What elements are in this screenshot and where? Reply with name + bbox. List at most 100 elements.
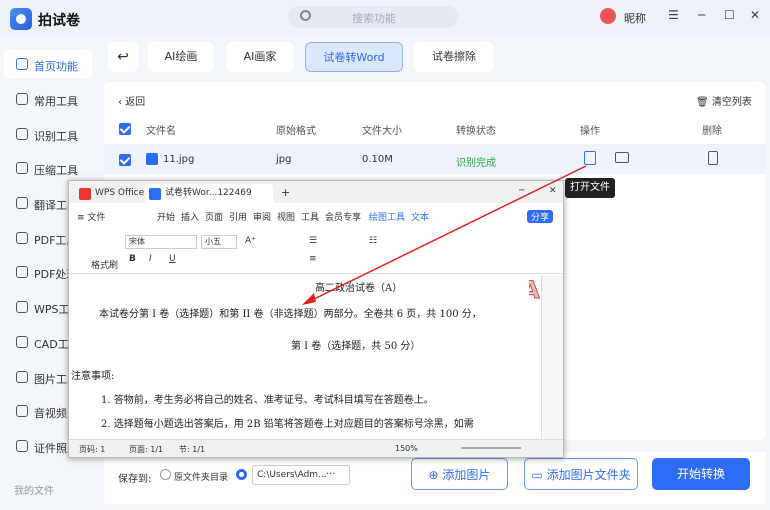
italic-icon[interactable]: I <box>149 254 152 264</box>
close-icon[interactable]: ✕ <box>549 186 557 196</box>
table-row[interactable] <box>104 144 766 174</box>
bold-icon[interactable]: B <box>129 254 136 264</box>
tab-paper-to-word[interactable]: 试卷转Word <box>305 42 403 72</box>
my-files-link[interactable]: 我的文件 <box>14 482 54 497</box>
search-input[interactable]: 搜索功能 <box>352 10 396 26</box>
scan-icon <box>16 128 28 140</box>
sidebar-item-common-tools[interactable]: 常用工具 <box>4 85 92 113</box>
menu-view[interactable]: 视图 <box>277 210 295 223</box>
menu-page[interactable]: 页面 <box>205 210 223 223</box>
back-link[interactable]: ‹ 返回 <box>118 93 145 108</box>
id-photo-icon <box>16 440 28 452</box>
menu-vip[interactable]: 会员专享 <box>325 210 361 223</box>
sidebar-item-home[interactable]: 首页功能 <box>4 50 92 78</box>
app-window: 拍试卷 搜索功能 昵称 ☰ ─ ☐ ✕ 首页功能 常用工具 识别工具 压缩工具 … <box>0 0 770 510</box>
cad-icon <box>16 336 28 348</box>
browse-button[interactable]: ··· <box>326 469 336 480</box>
save-to-label: 保存到: <box>118 474 152 485</box>
file-format: jpg <box>276 154 292 165</box>
new-tab-icon[interactable]: + <box>281 186 290 199</box>
format-brush-button[interactable]: 格式刷 <box>91 258 118 271</box>
grow-font-icon[interactable]: A⁺ <box>245 236 256 246</box>
delete-icon[interactable] <box>708 151 718 165</box>
bullet-list-icon[interactable]: ☰ <box>309 236 317 246</box>
menu-text[interactable]: 文本 <box>411 210 429 223</box>
zoom-slider[interactable] <box>461 447 521 449</box>
zoom-level[interactable]: 150% <box>395 444 418 453</box>
menu-insert[interactable]: 插入 <box>181 210 199 223</box>
user-name[interactable]: 昵称 <box>624 10 646 26</box>
radio-original-folder[interactable] <box>160 469 171 480</box>
doc-notice: 注意事项: <box>71 371 115 382</box>
open-file-icon[interactable] <box>584 151 596 165</box>
search-icon <box>300 10 311 21</box>
menu-tools[interactable]: 工具 <box>301 210 319 223</box>
doc-title: 高二政治试卷（A） <box>315 283 403 294</box>
home-icon <box>16 58 28 70</box>
doc-intro: 本试卷分第 I 卷（选择题）和第 II 卷（非选择题）两部分。全卷共 6 页，共… <box>99 309 482 320</box>
add-folder-button[interactable]: ▭ 添加图片文件夹 <box>524 458 638 490</box>
tab-document[interactable]: 试卷转Wor...122469 <box>145 184 273 203</box>
document-page[interactable]: 高二政治试卷（A） 本试卷分第 I 卷（选择题）和第 II 卷（非选择题）两部分… <box>69 275 529 439</box>
status-badge: 识别完成 <box>456 158 496 169</box>
maximize-icon[interactable]: ☐ <box>724 8 735 22</box>
section-indicator: 节: 1/1 <box>179 445 206 454</box>
sidebar-item-compress[interactable]: 压缩工具 <box>4 154 92 182</box>
header-format: 原始格式 <box>276 126 316 137</box>
close-icon[interactable]: ✕ <box>750 8 760 22</box>
compress-icon <box>16 162 28 174</box>
clear-list-button[interactable]: 🗑 清空列表 <box>696 93 752 108</box>
minimize-icon[interactable]: ─ <box>519 186 524 196</box>
wps-window: WPS Office 试卷转Wor...122469 + ─ ✕ ≡ 文件 开始… <box>68 180 564 458</box>
radio-custom-path[interactable] <box>236 469 247 480</box>
align-left-icon[interactable]: ≡ <box>309 254 317 264</box>
search-box[interactable]: 搜索功能 <box>288 6 458 28</box>
font-size-select[interactable]: 小五 <box>201 235 237 249</box>
select-all-checkbox[interactable] <box>119 123 131 135</box>
minimize-icon[interactable]: ─ <box>698 8 705 22</box>
title-bar: 拍试卷 搜索功能 昵称 ☰ ─ ☐ ✕ <box>0 0 770 36</box>
share-button[interactable]: 分享 <box>527 210 554 223</box>
start-convert-button[interactable]: 开始转换 <box>652 458 750 490</box>
menu-file[interactable]: ≡ 文件 <box>77 210 105 223</box>
header-size: 文件大小 <box>362 126 402 137</box>
tooltip: 打开文件 <box>565 178 615 198</box>
menu-home[interactable]: 开始 <box>157 210 175 223</box>
wps-titlebar: WPS Office 试卷转Wor...122469 + ─ ✕ <box>69 181 563 203</box>
option-original-folder: 原文件夹目录 <box>174 473 229 483</box>
underline-icon[interactable]: U <box>169 254 176 264</box>
right-toolbar <box>541 275 563 439</box>
doc-section: 第 I 卷（选择题，共 50 分） <box>291 341 421 352</box>
tab-ai-painter[interactable]: AI画家 <box>226 42 294 72</box>
app-name: 拍试卷 <box>38 13 80 29</box>
doc-item1: 1. 答物前，考生务必将自己的姓名、准考证号、考试科目填写在答题卷上。 <box>101 395 434 406</box>
header-status: 转换状态 <box>456 126 496 137</box>
pages-indicator: 页面: 1/1 <box>129 445 164 454</box>
row-checkbox[interactable] <box>119 154 131 166</box>
back-arrow-button[interactable]: ↩ <box>108 42 138 72</box>
pdf-icon <box>16 232 28 244</box>
page-indicator: 页码: 1 <box>79 445 106 454</box>
wps-logo-icon <box>79 188 91 200</box>
wps-icon <box>16 301 28 313</box>
word-icon <box>149 188 161 200</box>
tab-wps-home[interactable]: WPS Office <box>75 184 144 203</box>
image-file-icon <box>146 153 158 165</box>
sidebar-item-recognition[interactable]: 识别工具 <box>4 120 92 148</box>
menu-drawing[interactable]: 绘图工具 <box>369 210 405 223</box>
header-delete: 删除 <box>702 126 722 137</box>
wps-menu-bar: ≡ 文件 开始 插入 页面 引用 审阅 视图 工具 会员专享 绘图工具 文本 分… <box>69 205 563 225</box>
font-select[interactable]: 宋体 <box>125 235 197 249</box>
numbered-list-icon[interactable]: ☷ <box>369 236 377 246</box>
open-folder-icon[interactable] <box>615 152 629 163</box>
menu-review[interactable]: 审阅 <box>253 210 271 223</box>
video-icon <box>16 405 28 417</box>
menu-icon[interactable]: ☰ <box>668 8 679 22</box>
tab-ai-painting[interactable]: AI绘画 <box>148 42 214 72</box>
add-image-button[interactable]: ⊕ 添加图片 <box>411 458 508 490</box>
header-actions: 操作 <box>580 126 600 137</box>
tab-paper-erase[interactable]: 试卷擦除 <box>414 42 494 72</box>
avatar[interactable] <box>600 8 616 24</box>
menu-reference[interactable]: 引用 <box>229 210 247 223</box>
pdf-process-icon <box>16 266 28 278</box>
